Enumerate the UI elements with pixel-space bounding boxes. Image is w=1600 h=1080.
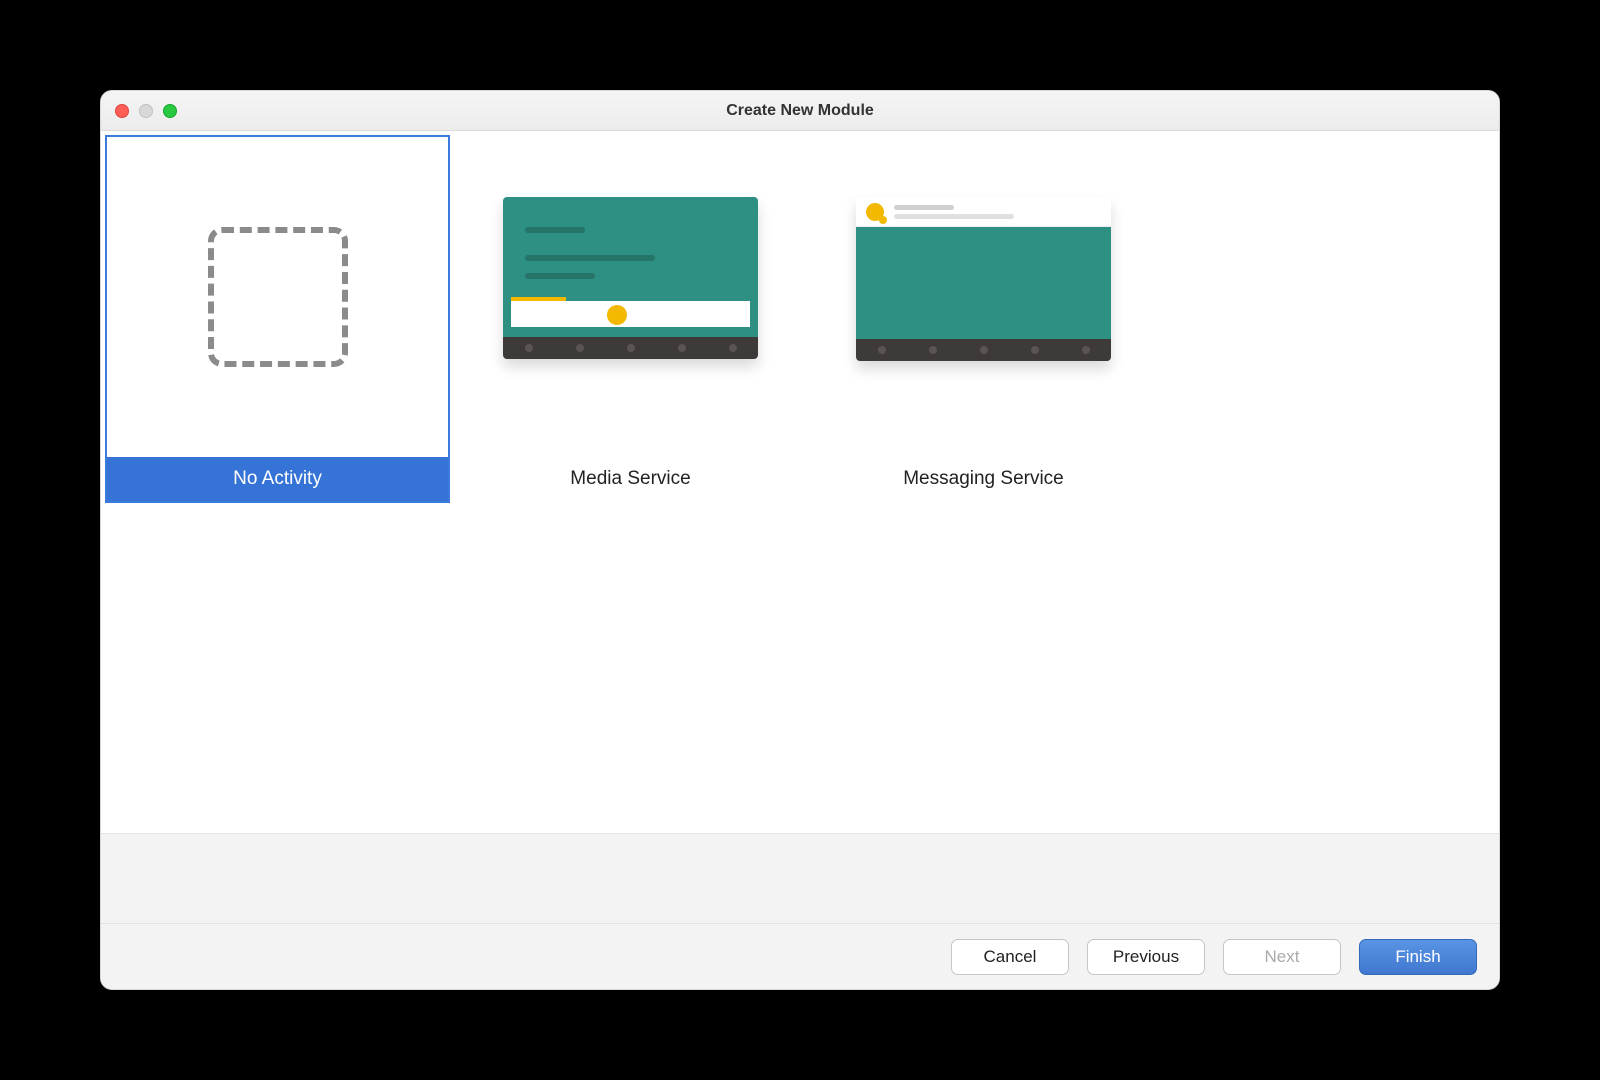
finish-button[interactable]: Finish	[1359, 939, 1477, 975]
zoom-icon[interactable]	[163, 104, 177, 118]
window-title: Create New Module	[726, 102, 874, 120]
template-card-none[interactable]: No Activity	[105, 135, 450, 503]
cancel-button[interactable]: Cancel	[951, 939, 1069, 975]
play-indicator-icon	[607, 305, 627, 325]
template-thumbnail	[813, 137, 1154, 457]
template-label: Messaging Service	[813, 457, 1154, 501]
next-button[interactable]: Next	[1223, 939, 1341, 975]
template-label: No Activity	[107, 457, 448, 501]
previous-button[interactable]: Previous	[1087, 939, 1205, 975]
window-controls	[115, 104, 177, 118]
dialog-footer: Cancel Previous Next Finish	[101, 923, 1499, 989]
template-card-media[interactable]: Media Service	[458, 135, 803, 503]
template-label: Media Service	[460, 457, 801, 501]
template-card-messaging[interactable]: Messaging Service	[811, 135, 1156, 503]
avatar-icon	[866, 203, 884, 221]
empty-placeholder-icon	[208, 227, 348, 367]
titlebar: Create New Module	[101, 91, 1499, 131]
template-thumbnail	[460, 137, 801, 457]
minimize-icon[interactable]	[139, 104, 153, 118]
template-gallery: No Activity Media Service Messaging Servic…	[101, 131, 1499, 833]
close-icon[interactable]	[115, 104, 129, 118]
device-preview	[856, 197, 1111, 361]
template-thumbnail	[107, 137, 448, 457]
dialog-window: Create New Module No Activity Media Servi…	[100, 90, 1500, 990]
footer-spacer	[101, 833, 1499, 923]
device-preview	[503, 197, 758, 359]
